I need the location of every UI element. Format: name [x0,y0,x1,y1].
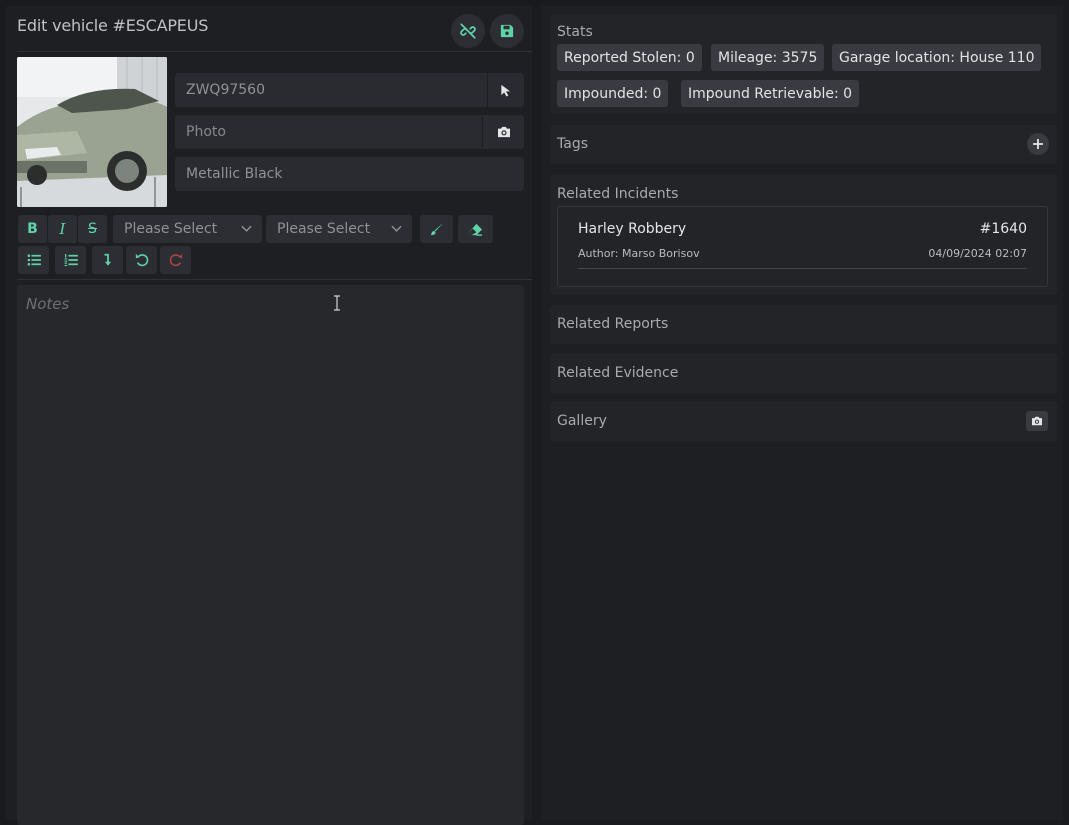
related-reports-title: Related Reports [557,316,669,332]
strikethrough-button[interactable]: S [78,215,107,243]
bullet-list-icon [27,254,41,266]
bullet-list-button[interactable] [18,246,49,274]
redo-button[interactable] [160,246,191,274]
camera-icon [1032,416,1042,426]
level-down-icon [104,253,111,266]
notes-editor[interactable]: Notes [17,285,524,825]
italic-button[interactable]: I [48,215,77,243]
notes-placeholder: Notes [26,295,70,313]
floppy-disk-icon [500,24,514,38]
chevron-down-icon [391,225,402,232]
stats-title: Stats [557,24,593,40]
tags-section: Tags [550,125,1057,164]
incident-author: Author: Marso Borisov [578,247,700,260]
vehicle-details-panel: Stats Reported Stolen: 0 Mileage: 3575 G… [541,6,1063,820]
tags-title: Tags [557,136,588,152]
numbered-list-icon [64,254,78,266]
vehicle-photo[interactable] [17,57,167,207]
unlink-icon [460,23,476,39]
related-reports-section[interactable]: Related Reports [550,305,1057,344]
stat-impound-retrievable: Impound Retrievable: 0 [681,80,860,107]
undo-button[interactable] [126,246,157,274]
paintbrush-icon [430,222,444,235]
related-evidence-title: Related Evidence [557,365,679,381]
plate-field[interactable] [175,73,524,107]
indent-button[interactable] [92,246,123,274]
stat-impounded: Impounded: 0 [557,80,669,107]
stat-reported-stolen: Reported Stolen: 0 [557,44,702,71]
italic-icon: I [59,220,66,238]
edit-vehicle-panel: Edit vehicle #ESCAPEUS ZWQ97560 Photo Me… [6,6,532,825]
stats-section: Stats Reported Stolen: 0 Mileage: 3575 G… [550,14,1057,114]
stat-mileage: Mileage: 3575 [711,44,825,71]
related-incidents-title: Related Incidents [557,186,679,202]
incident-divider [578,268,1027,269]
undo-icon [135,253,148,267]
eraser-icon [469,223,482,236]
font-select-value: Please Select [124,221,218,237]
bold-icon: B [27,221,38,237]
font-select[interactable]: Please Select [113,215,262,243]
header-divider [17,51,532,52]
camera-icon [497,126,510,138]
take-photo-button[interactable] [482,115,524,149]
redo-icon [169,253,182,267]
pointer-icon [501,84,511,97]
related-incidents-section: Related Incidents Harley Robbery #1640 A… [550,175,1057,294]
bold-button[interactable]: B [18,215,47,243]
toolbar-divider [17,279,532,280]
select-plate-button[interactable] [487,73,524,107]
stat-garage-location: Garage location: House 110 [832,44,1042,71]
add-photo-button[interactable] [1026,411,1048,431]
strikethrough-icon: S [88,221,97,237]
photo-input[interactable] [175,115,482,149]
gallery-title: Gallery [557,413,607,429]
add-tag-button[interactable] [1027,133,1049,155]
incident-card[interactable]: Harley Robbery #1640 Author: Marso Boris… [557,206,1048,287]
save-button[interactable] [490,14,524,48]
color-input[interactable] [175,157,524,191]
plate-input[interactable] [175,73,487,107]
related-evidence-section[interactable]: Related Evidence [550,354,1057,393]
incident-name: Harley Robbery [578,221,687,237]
size-select[interactable]: Please Select [266,215,412,243]
color-field[interactable] [175,157,524,191]
incident-date: 04/09/2024 02:07 [928,247,1027,260]
gallery-section: Gallery [550,402,1057,441]
page-title: Edit vehicle #ESCAPEUS [17,16,209,35]
clear-format-button[interactable] [458,215,493,243]
highlight-button[interactable] [420,215,453,243]
incident-id: #1640 [979,221,1027,237]
photo-field[interactable] [175,115,524,149]
numbered-list-button[interactable] [55,246,86,274]
plus-icon [1033,139,1043,149]
unlink-button[interactable] [451,14,485,48]
text-cursor-icon [334,295,340,311]
size-select-value: Please Select [277,221,371,237]
chevron-down-icon [241,225,252,232]
